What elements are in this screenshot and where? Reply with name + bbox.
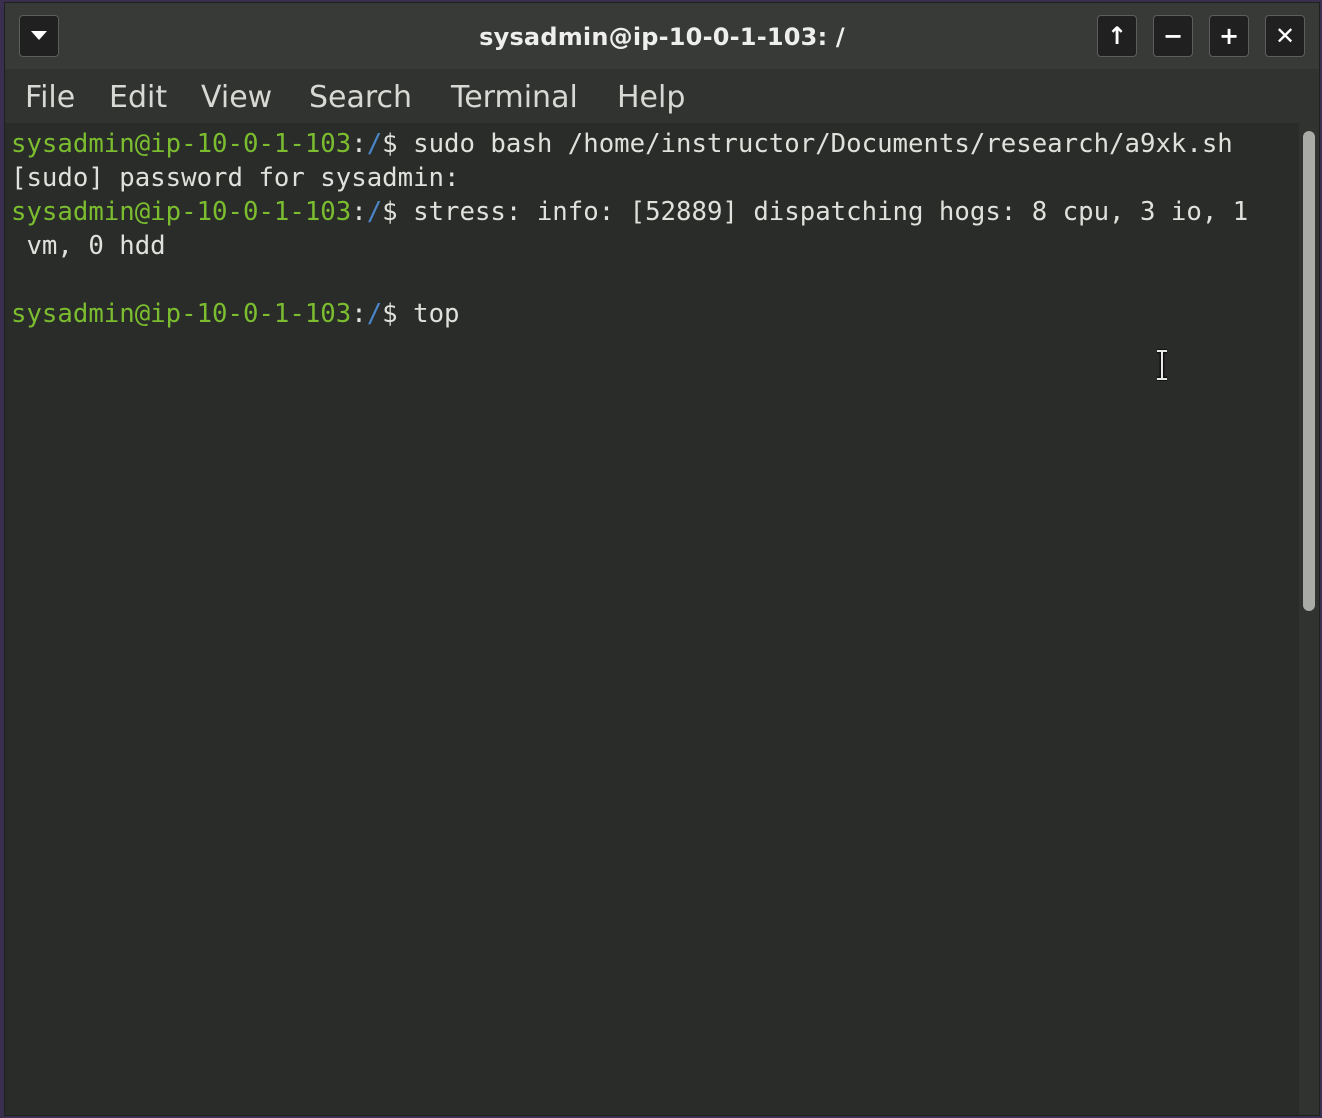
menu-search[interactable]: Search xyxy=(309,80,412,115)
vertical-scrollbar[interactable] xyxy=(1299,123,1319,1115)
terminal-output-line: [sudo] password for sysadmin: xyxy=(11,163,460,193)
terminal-prompt-line: sysadmin@ip-10-0-1-103:/$ stress: info: … xyxy=(11,195,1299,229)
menu-file[interactable]: File xyxy=(25,80,75,115)
command-text: top xyxy=(413,299,460,329)
minimize-button[interactable]: − xyxy=(1153,15,1193,57)
prompt-path: / xyxy=(366,129,383,159)
menu-terminal[interactable]: Terminal xyxy=(451,80,578,115)
terminal-output[interactable]: sysadmin@ip-10-0-1-103:/$ sudo bash /hom… xyxy=(5,123,1299,1115)
terminal-window: sysadmin@ip-10-0-1-103: / ↑ − + ✕ File E… xyxy=(4,2,1320,1116)
terminal-prompt-line: sysadmin@ip-10-0-1-103:/$ top xyxy=(11,297,1299,331)
menu-edit[interactable]: Edit xyxy=(109,80,167,115)
terminal-prompt-line: sysadmin@ip-10-0-1-103:/$ sudo bash /hom… xyxy=(11,127,1299,161)
command-text: stress: info: [52889] dispatching hogs: … xyxy=(413,197,1249,227)
prompt-user-host: sysadmin@ip-10-0-1-103 xyxy=(11,299,352,329)
menu-bar: File Edit View Search Terminal Help xyxy=(5,69,1319,123)
scrollbar-thumb[interactable] xyxy=(1303,131,1315,611)
minus-icon: − xyxy=(1162,22,1184,50)
command-text: sudo bash /home/instructor/Documents/res… xyxy=(413,129,1233,159)
prompt-separator: : xyxy=(351,197,367,227)
prompt-path: / xyxy=(366,299,383,329)
close-icon: ✕ xyxy=(1274,22,1296,50)
prompt-path: / xyxy=(366,197,383,227)
title-bar[interactable]: sysadmin@ip-10-0-1-103: / ↑ − + ✕ xyxy=(5,3,1319,69)
terminal-output-line: vm, 0 hdd xyxy=(11,231,166,261)
prompt-user-host: sysadmin@ip-10-0-1-103 xyxy=(11,129,352,159)
arrow-up-icon: ↑ xyxy=(1106,22,1128,50)
prompt-separator: : xyxy=(351,299,367,329)
prompt-user-host: sysadmin@ip-10-0-1-103 xyxy=(11,197,352,227)
text-cursor-icon xyxy=(1157,349,1167,381)
menu-help[interactable]: Help xyxy=(617,80,685,115)
prompt-symbol: $ xyxy=(382,197,414,227)
close-button[interactable]: ✕ xyxy=(1265,15,1305,57)
plus-icon: + xyxy=(1218,22,1240,50)
prompt-symbol: $ xyxy=(382,299,414,329)
menu-view[interactable]: View xyxy=(201,80,272,115)
scroll-up-button[interactable]: ↑ xyxy=(1097,15,1137,57)
prompt-separator: : xyxy=(351,129,367,159)
maximize-button[interactable]: + xyxy=(1209,15,1249,57)
prompt-symbol: $ xyxy=(382,129,414,159)
